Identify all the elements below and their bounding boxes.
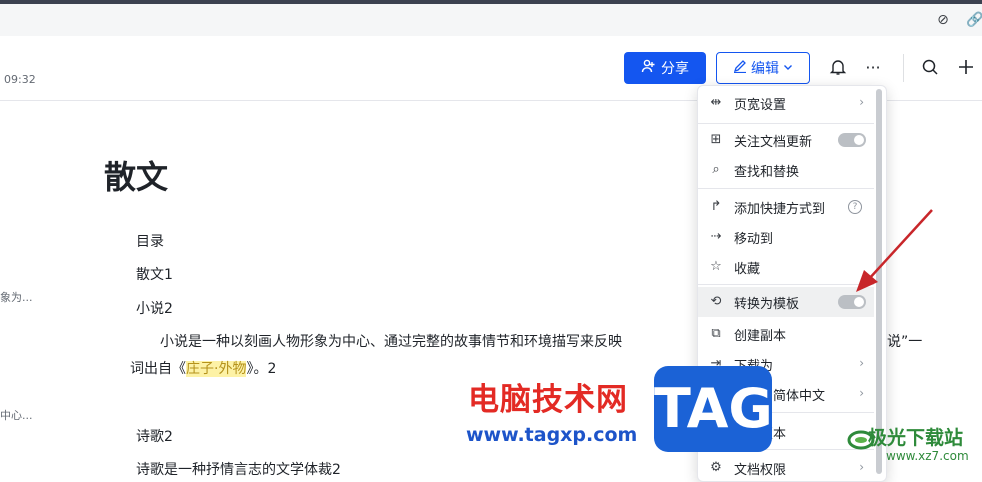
more-icon[interactable]: ··· [863,58,883,78]
page-width-icon: ⇹ [710,95,722,110]
find-replace-icon: ⌕ [712,162,720,177]
menu-item-label: 移动到 [734,231,774,247]
doc-line-toc: 目录 [136,234,164,250]
doc-line-prose: 散文1 [136,267,173,283]
menu-item-label: 文档权限 [734,462,787,478]
watermark-logo-text: 极光下载站 [868,427,964,449]
doc-paragraph-1: 小说是一种以刻画人物形象为中心、通过完整的故事情节和环境描写来反映 [160,334,622,350]
share-label: 分享 [661,61,689,77]
chevron-right-icon: › [859,386,864,400]
menu-item-label: 关注文档更新 [734,134,813,150]
bell-icon[interactable] [828,58,848,78]
pencil-icon [733,59,747,77]
menu-divider [698,188,874,189]
star-icon: ☆ [710,259,722,274]
watermark-logo-url: www.xz7.com [886,449,969,463]
share-users-icon [641,58,657,78]
menu-item-label: 转换为模板 [734,296,800,312]
follow-icon: ⊞ [710,132,722,147]
watermark-site-name: 电脑技术网 [468,382,628,418]
menu-item-find-replace[interactable]: ⌕ 查找和替换 [698,155,874,185]
follow-toggle[interactable] [838,133,866,147]
doc-paragraph-2: 词出自《庄子·外物》。2 [130,358,276,378]
template-icon: ⟲ [710,294,722,309]
outline-item[interactable]: 中心... [0,407,33,423]
menu-divider [698,123,874,124]
doc-line-poem: 诗歌2 [136,429,173,445]
move-icon: ⇢ [710,229,722,244]
compass-icon[interactable]: ⊘ [935,12,951,28]
edit-time: 09:32 [4,73,36,86]
watermark-download-logo: 极光下载站 www.xz7.com [846,420,982,474]
search-icon[interactable] [920,58,940,78]
link-icon[interactable]: 🔗 [966,12,982,28]
menu-item-label: 创建副本 [734,328,787,344]
annotation-arrow [856,209,933,292]
watermark-tag-logo: TAG [654,366,773,452]
header-divider [903,54,904,82]
copy-icon: ⧉ [711,326,721,341]
doc-line-poem-desc: 诗歌是一种抒情言志的文学体裁2 [136,462,341,478]
menu-item-label: 收藏 [734,261,761,277]
menu-item-page-width[interactable]: ⇹ 页宽设置 › [698,88,874,118]
outline-item[interactable]: 象为... [0,289,33,305]
watermark-url: www.tagxp.com [466,424,638,446]
chevron-down-icon [783,60,793,76]
menu-item-create-copy[interactable]: ⧉ 创建副本 [698,319,874,349]
edit-button[interactable]: 编辑 [716,52,810,84]
doc-title: 散文 [104,158,169,196]
menu-item-label: 查找和替换 [734,164,800,180]
share-button[interactable]: 分享 [624,52,706,84]
shortcut-icon: ↱ [710,199,722,214]
chevron-right-icon: › [859,356,864,370]
doc-paragraph-1-end: 说”一 [887,334,923,350]
highlighted-text: 庄子·外物 [186,361,247,377]
edit-label: 编辑 [751,61,779,77]
plus-icon[interactable] [956,58,976,78]
para2-prefix: 词出自《 [130,361,186,377]
menu-item-follow-updates[interactable]: ⊞ 关注文档更新 [698,125,874,155]
browser-toolbar: ⊘ 🔗 [0,4,982,36]
doc-line-novel: 小说2 [136,301,173,317]
menu-item-label: 页宽设置 [734,97,787,113]
menu-item-label: 添加快捷方式到 [734,201,826,217]
para2-suffix: 》。2 [246,361,277,377]
chevron-right-icon: › [859,95,864,109]
